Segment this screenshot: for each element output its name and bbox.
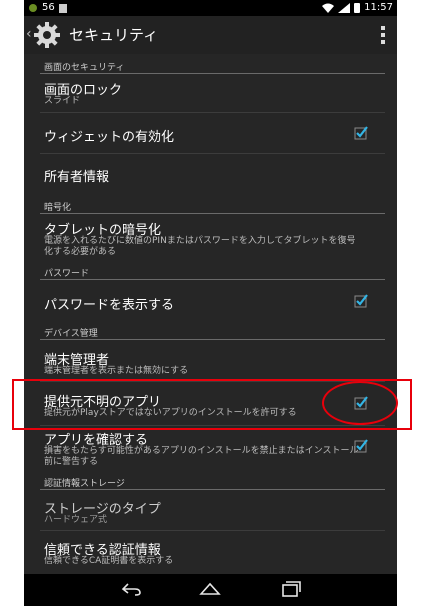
status-bar: 56 11:57 [24, 0, 397, 16]
section-divider [40, 213, 385, 214]
settings-gear-icon[interactable] [34, 22, 60, 48]
item-divider [40, 112, 385, 113]
trusted-credentials-subtitle: 信頼できるCA証明書を表示する [44, 556, 174, 566]
owner-info-title[interactable]: 所有者情報 [44, 166, 109, 185]
status-time: 11:57 [364, 2, 393, 13]
section-encryption: 暗号化 [44, 203, 72, 213]
section-divider [40, 279, 385, 280]
verify-apps-checkbox[interactable] [354, 439, 368, 453]
storage-type-subtitle: ハードウェア式 [44, 515, 108, 525]
verify-apps-subtitle: 損害をもたらす可能性があるアプリのインストールを禁止またはインストール前に警告す… [44, 446, 359, 467]
screen-lock-subtitle: スライド [44, 96, 81, 106]
home-icon[interactable] [199, 580, 221, 598]
item-divider [40, 153, 385, 154]
section-device-admin: デバイス管理 [44, 329, 98, 339]
up-caret-icon[interactable]: ‹ [26, 26, 32, 42]
back-icon[interactable] [120, 580, 142, 598]
page-title: セキュリティ [69, 26, 159, 44]
highlight-circle [322, 381, 398, 425]
cell-signal-icon [338, 3, 351, 13]
show-password-checkbox[interactable] [354, 294, 368, 308]
show-password-title[interactable]: パスワードを表示する [44, 294, 174, 313]
section-password: パスワード [44, 269, 90, 279]
device-admin-subtitle: 端末管理者を表示または無効にする [44, 366, 189, 376]
navigation-bar [24, 574, 397, 606]
section-screen-security: 画面のセキュリティ [44, 63, 125, 73]
android-robot-icon [29, 4, 37, 12]
wifi-icon [322, 3, 335, 13]
widget-enable-title[interactable]: ウィジェットの有効化 [44, 126, 174, 145]
item-divider [40, 530, 385, 531]
settings-list: 画面のセキュリティ 画面のロック スライド ウィジェットの有効化 所有者情報 暗… [24, 54, 397, 574]
section-credential-storage: 認証情報ストレージ [44, 479, 125, 489]
signal-label: 56 [42, 2, 55, 13]
section-divider [40, 73, 385, 74]
overflow-menu-icon[interactable] [381, 26, 385, 44]
notification-icon [58, 3, 67, 13]
widget-enable-checkbox[interactable] [354, 126, 368, 140]
battery-icon [354, 3, 361, 13]
section-divider [40, 489, 385, 490]
action-bar: ‹ セキュリティ [24, 16, 397, 54]
device-screen: 56 11:57 ‹ セキュリティ 画面のセキュリティ 画面のロック スライド … [24, 0, 397, 606]
recent-apps-icon[interactable] [280, 580, 302, 598]
encrypt-tablet-subtitle: 電源を入れるたびに数値のPINまたはパスワードを入力してタブレットを復号化する必… [44, 236, 356, 257]
section-divider [40, 339, 385, 340]
